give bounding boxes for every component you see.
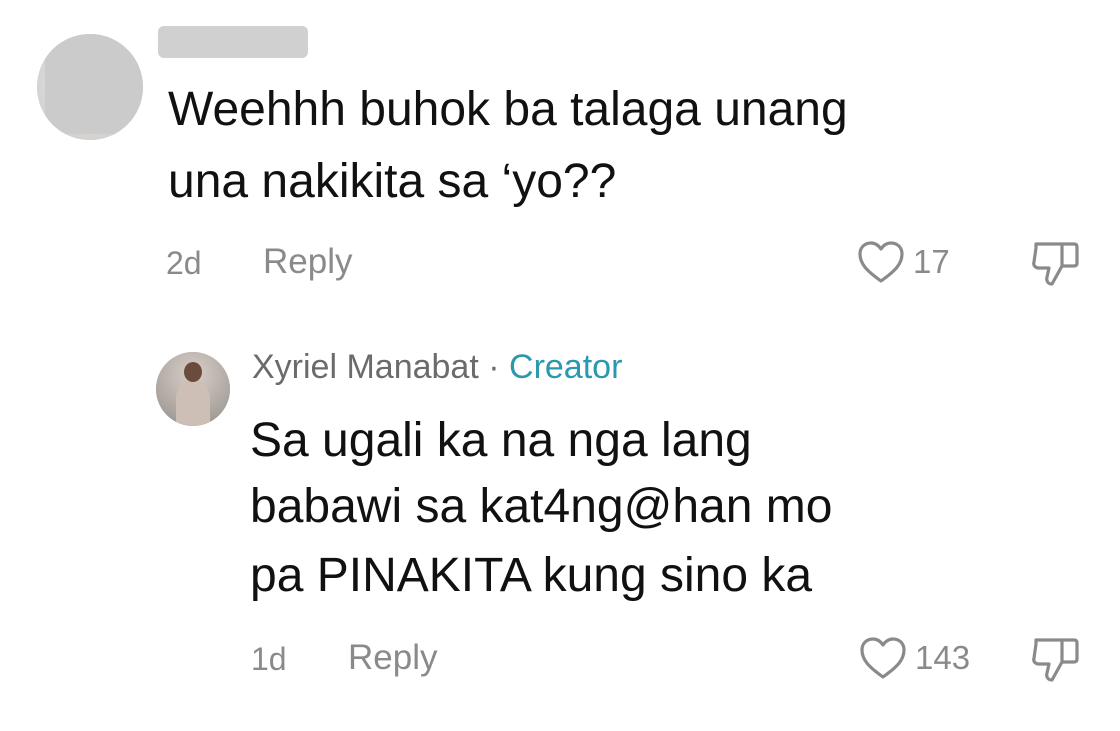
reply-text-line: Sa ugali ka na nga lang [250, 414, 752, 467]
reply-button[interactable]: Reply [348, 638, 437, 678]
like-count: 17 [913, 243, 950, 280]
comment-age: 2d [166, 245, 202, 281]
like-button[interactable]: 17 [857, 240, 950, 284]
commenter-avatar[interactable] [37, 34, 143, 140]
reply-text-line: babawi sa kat4ng@han mo [250, 480, 833, 533]
dislike-button[interactable] [1030, 238, 1082, 293]
dislike-button[interactable] [1030, 634, 1082, 689]
creator-avatar[interactable] [156, 352, 230, 426]
avatar-figure [176, 380, 210, 426]
heart-outline-icon [858, 241, 904, 283]
comment-text-line: Weehhh buhok ba talaga unang [168, 83, 848, 136]
reply-button[interactable]: Reply [263, 242, 352, 282]
author-separator: · [488, 348, 500, 386]
reply-text-line: pa PINAKITA kung sino ka [250, 549, 813, 602]
reply-author-row: Xyriel Manabat · Creator [252, 348, 622, 387]
like-button[interactable]: 143 [859, 636, 970, 680]
like-count: 143 [915, 639, 971, 676]
avatar-redaction [45, 34, 143, 134]
creator-badge: Creator [509, 348, 623, 386]
avatar-figure-head [184, 362, 202, 382]
author-name[interactable]: Xyriel Manabat [252, 348, 479, 386]
username-redacted [158, 26, 308, 58]
comment-text-line: una nakikita sa ‘yo?? [168, 155, 617, 208]
reply-age: 1d [251, 641, 287, 677]
thumbs-down-outline-icon [1032, 638, 1079, 682]
heart-outline-icon [860, 637, 906, 679]
thumbs-down-outline-icon [1032, 242, 1079, 286]
